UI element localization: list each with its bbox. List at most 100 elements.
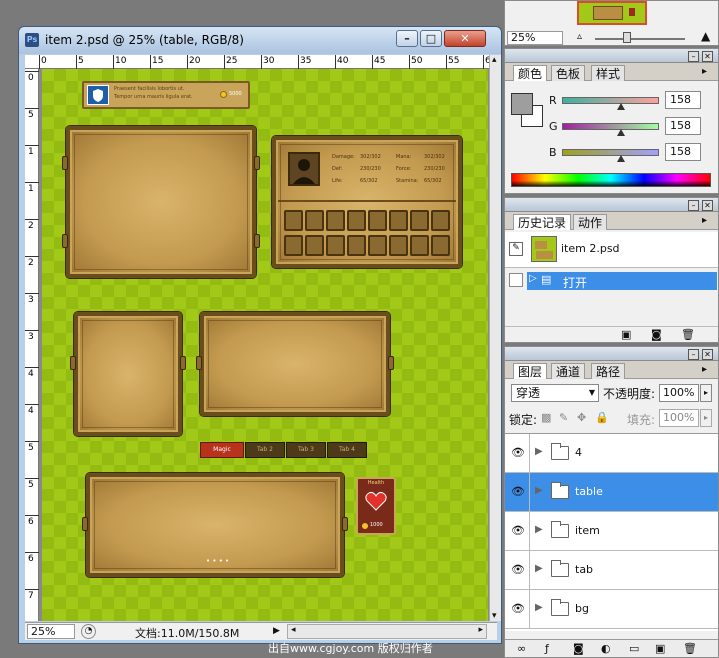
blue-slider-track[interactable] [562,149,659,156]
panel-minimize-button[interactable]: – [688,51,699,62]
panel-close-button[interactable]: ✕ [702,200,713,211]
foreground-color-swatch[interactable] [511,93,533,115]
fill-slider-button[interactable]: ▸ [700,409,712,427]
history-brush-icon[interactable]: ✎ [509,242,523,256]
tab-magic[interactable]: Magic [200,442,244,458]
panel-menu-icon[interactable]: ▸ [702,215,707,226]
tab-paths[interactable]: 路径 [591,363,626,379]
expand-arrow-icon[interactable]: ▶ [535,563,543,574]
layer-row[interactable]: 👁 ▶ table [505,473,718,512]
panel-menu-icon[interactable]: ▸ [702,364,707,375]
status-options-icon[interactable]: ◔ [81,624,96,639]
tab-styles[interactable]: 样式 [591,65,626,81]
trash-icon[interactable]: 🗑 [681,328,695,341]
scroll-down-icon[interactable]: ▾ [492,611,497,621]
visibility-eye-icon[interactable]: 👁 [509,563,527,577]
green-slider-track[interactable] [562,123,659,130]
visibility-eye-icon[interactable]: 👁 [509,602,527,616]
lock-transparency-icon[interactable]: ▩ [541,411,551,424]
panel-close-button[interactable]: ✕ [702,51,713,62]
expand-arrow-icon[interactable]: ▶ [535,485,543,496]
inventory-slot[interactable] [431,210,450,231]
inventory-slot[interactable] [305,235,324,256]
layer-mask-icon[interactable]: ◙ [573,642,584,655]
zoom-out-icon[interactable]: ▵ [577,31,582,42]
tab-3[interactable]: Tab 3 [286,442,326,458]
tab-actions[interactable]: 动作 [573,214,608,230]
horizontal-scrollbar[interactable]: ◂ ▸ [287,624,487,639]
tab-swatches[interactable]: 色板 [551,65,586,81]
green-slider-thumb[interactable] [617,129,625,136]
inventory-slot[interactable] [284,210,303,231]
expand-arrow-icon[interactable]: ▶ [535,524,543,535]
inventory-slot[interactable] [326,235,345,256]
history-source-checkbox[interactable] [509,273,523,287]
vertical-scrollbar[interactable]: ▴ ▾ [489,55,501,621]
inventory-slot[interactable] [347,235,366,256]
horizontal-ruler[interactable]: 051015202530354045505560 [25,55,489,69]
link-layers-icon[interactable]: ∞ [517,642,526,655]
pager-dots[interactable]: • • • • [206,557,229,565]
color-spectrum-bar[interactable] [511,173,711,187]
history-snapshot-row[interactable]: ✎ item 2.psd [505,232,718,268]
panel-minimize-button[interactable]: – [688,349,699,360]
blue-slider-thumb[interactable] [617,155,625,162]
tab-4[interactable]: Tab 4 [327,442,367,458]
inventory-slot[interactable] [326,210,345,231]
document-title-bar[interactable]: Ps item 2.psd @ 25% (table, RGB/8) – □ ✕ [19,27,501,54]
blue-value-input[interactable]: 158 [665,143,701,161]
tab-color[interactable]: 颜色 [513,65,548,81]
visibility-eye-icon[interactable]: 👁 [509,446,527,460]
new-layer-icon[interactable]: ▣ [655,642,665,655]
history-step-row[interactable]: ▷ ▤ 打开 [505,270,718,292]
inventory-slot[interactable] [431,235,450,256]
new-document-from-state-icon[interactable]: ▣ [621,328,631,341]
inventory-slot[interactable] [368,235,387,256]
layer-row[interactable]: 👁 ▶ bg [505,590,718,629]
red-value-input[interactable]: 158 [665,91,701,109]
inventory-slot[interactable] [284,235,303,256]
inventory-slot[interactable] [410,235,429,256]
inventory-slot[interactable] [410,210,429,231]
opacity-input[interactable]: 100% [659,384,699,402]
minimize-button[interactable]: – [396,30,418,47]
layer-style-icon[interactable]: ƒ [545,642,549,655]
status-menu-arrow-icon[interactable]: ▶ [273,624,285,639]
inventory-slot[interactable] [305,210,324,231]
expand-arrow-icon[interactable]: ▶ [535,602,543,613]
navigator-zoom-slider[interactable] [595,38,685,40]
vertical-ruler[interactable]: 0 5 1 1 2 2 3 3 4 4 5 5 6 6 7 [25,69,39,621]
inventory-slot[interactable] [389,235,408,256]
navigator-zoom-field[interactable]: 25% [507,31,563,45]
tab-channels[interactable]: 通道 [551,363,586,379]
tab-history[interactable]: 历史记录 [513,214,572,230]
lock-all-icon[interactable]: 🔒 [595,411,609,424]
health-item-card[interactable]: Health 1000 [356,477,396,535]
panel-menu-icon[interactable]: ▸ [702,66,707,77]
red-slider-thumb[interactable] [617,103,625,110]
panel-close-button[interactable]: ✕ [702,349,713,360]
new-group-icon[interactable]: ▭ [629,642,639,655]
navigator-thumbnail[interactable] [577,1,647,25]
tab-2[interactable]: Tab 2 [245,442,285,458]
expand-arrow-icon[interactable]: ▶ [535,446,543,457]
navigator-zoom-thumb[interactable] [623,32,631,43]
scroll-left-icon[interactable]: ◂ [291,625,296,635]
close-button[interactable]: ✕ [444,30,486,47]
artboard[interactable]: Praesent facilisis lobortis ut. Tempor u… [42,69,488,621]
delete-layer-icon[interactable]: 🗑 [683,642,697,655]
visibility-eye-icon[interactable]: 👁 [509,524,527,538]
scroll-up-icon[interactable]: ▴ [492,55,497,65]
panel-minimize-button[interactable]: – [688,200,699,211]
zoom-in-icon[interactable]: ▲ [701,29,710,43]
inventory-slot[interactable] [368,210,387,231]
layer-row[interactable]: 👁 ▶ item [505,512,718,551]
inventory-slot[interactable] [347,210,366,231]
layer-row[interactable]: 👁 ▶ tab [505,551,718,590]
blend-mode-select[interactable]: 穿透 ▼ [511,384,599,402]
maximize-button[interactable]: □ [420,30,442,47]
adjustment-layer-icon[interactable]: ◐ [601,642,611,655]
zoom-field[interactable]: 25% [27,624,75,639]
inventory-slot[interactable] [389,210,408,231]
new-snapshot-icon[interactable]: ◙ [651,328,662,341]
